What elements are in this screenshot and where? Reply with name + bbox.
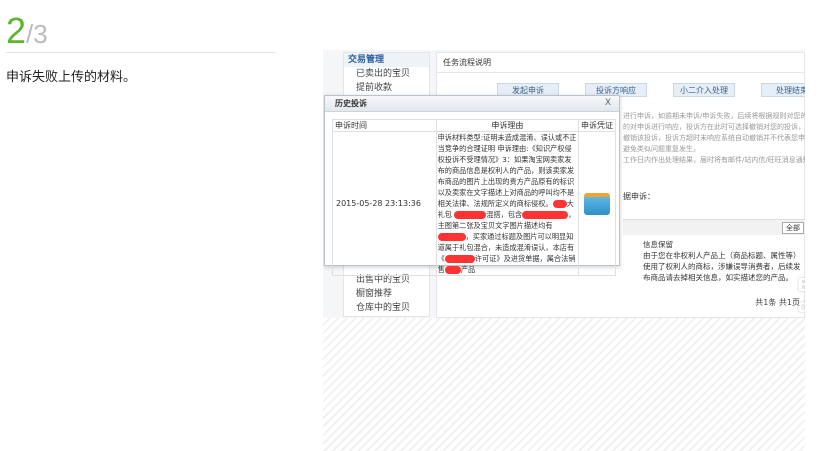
pager: 共1条 共1页	[755, 298, 800, 307]
process-notes: 进行申诉，如逾期未申诉/申诉失败，后续将根据规则对您的 的对申诉进行响应，投诉方…	[623, 112, 805, 164]
step: 处理结束	[761, 83, 805, 97]
close-icon[interactable]: X	[605, 98, 611, 108]
sidebar-item[interactable]: 仓库中的宝贝	[344, 301, 429, 315]
appeal-reason: 申诉材料类型:证明未造成混淆、误认或不正当竞争的合理证明 申诉理由:《知识产权侵…	[435, 131, 580, 276]
dialog-title: 历史投诉	[325, 96, 619, 112]
all-button[interactable]: 全部	[782, 222, 804, 234]
complaints-table: 申诉时间 申诉理由 申诉凭证 2015-05-28 23:13:36 申诉材料类…	[332, 119, 616, 276]
divider	[6, 52, 276, 53]
panel-title: 任务流程说明	[437, 53, 804, 73]
sidebar-item[interactable]: 橱窗推荐	[344, 287, 429, 301]
evidence-toolbox-icon[interactable]	[584, 192, 611, 215]
appeal-label: 据申诉：	[623, 192, 655, 201]
image-placeholder-pattern	[323, 318, 805, 451]
step-indicator: 2/3	[6, 10, 48, 51]
info-text: 信息保留 由于您在非权利人产品上（商品标题、属性等）使用了权利人的商标，涉嫌误导消…	[643, 240, 801, 282]
step: 小二介入处理	[673, 83, 735, 97]
table-header-bar: 全部	[623, 219, 805, 235]
step-description: 申诉失败上传的材料。	[6, 70, 137, 85]
screenshot-image: 交易管理 已卖出的宝贝 提前收款 出售中的宝贝 橱窗推荐 仓库中的宝贝 任务流程…	[323, 50, 805, 318]
sidebar-header[interactable]: 交易管理	[344, 53, 429, 67]
sidebar-item[interactable]: 提前收款	[344, 81, 429, 95]
table-row: 2015-05-28 23:13:36 申诉材料类型:证明未造成混淆、误认或不正…	[332, 131, 616, 276]
sidebar-item[interactable]: 已卖出的宝贝	[344, 67, 429, 81]
history-complaints-dialog: 历史投诉 X 申诉时间 申诉理由 申诉凭证 2015-05-28 23:13:3…	[324, 95, 620, 276]
